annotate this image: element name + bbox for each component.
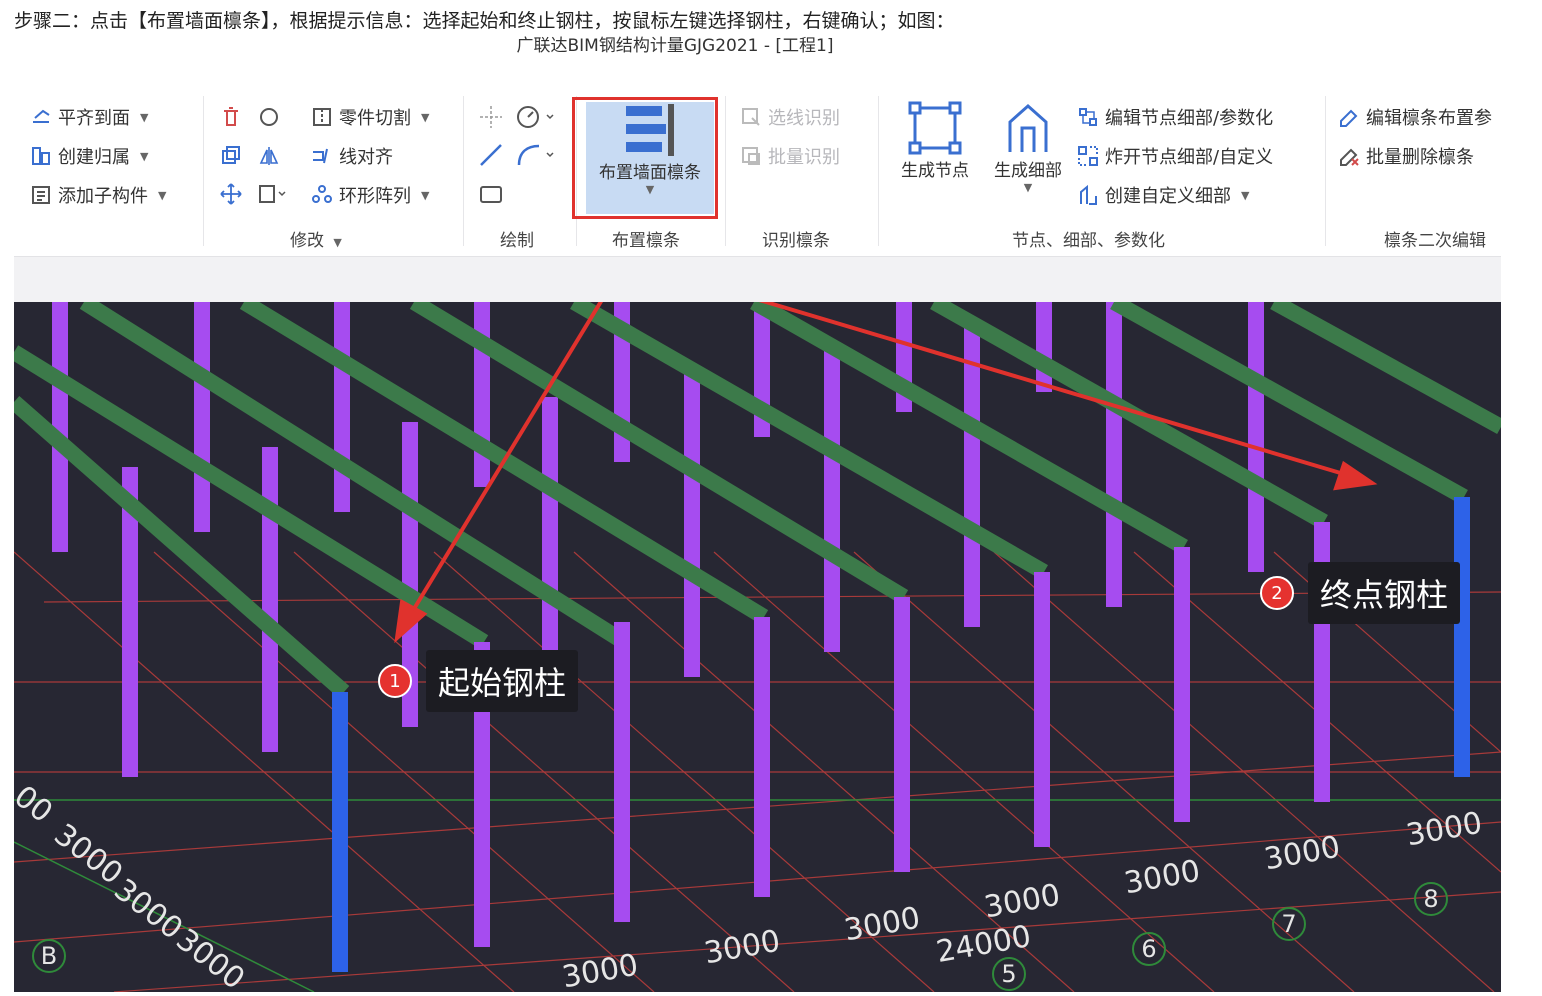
explode-node-label: 炸开节点细部/自定义	[1105, 147, 1274, 168]
axis-bubble-b: B	[32, 939, 66, 973]
select-line-recognize-label: 选线识别	[768, 108, 840, 129]
batch-delete-purlin-label: 批量删除檩条	[1366, 147, 1474, 168]
draw-group-label: 绘制	[500, 231, 534, 251]
add-subcomponent-label: 添加子构件	[58, 186, 148, 207]
group-separator	[1325, 96, 1326, 246]
create-custom-detail-label: 创建自定义细部	[1105, 186, 1231, 207]
circular-array-button[interactable]: 环形阵列 ▼	[311, 182, 429, 208]
create-custom-detail-button[interactable]: 创建自定义细部 ▼	[1077, 182, 1249, 208]
offset-icon[interactable]	[257, 182, 287, 206]
purlin-edit-group-label: 檩条二次编辑	[1384, 231, 1486, 251]
point-icon[interactable]	[478, 104, 504, 130]
instruction-text: 步骤二：点击【布置墙面檩条】，根据提示信息：选择起始和终止钢柱，按鼠标左键选择钢…	[14, 10, 955, 32]
batch-recognize-label: 批量识别	[768, 147, 840, 168]
arc-draw-icon[interactable]	[515, 142, 555, 168]
modify-label: 修改	[290, 231, 324, 251]
generate-detail-button[interactable]: 生成细部 ▼	[986, 100, 1070, 194]
ribbon-divider	[14, 256, 1501, 303]
batch-delete-purlin-button[interactable]: 批量删除檩条	[1338, 143, 1474, 169]
line-align-button[interactable]: 线对齐	[311, 143, 393, 169]
end-column-callout: 2 终点钢柱	[1260, 562, 1461, 624]
create-belonging-label: 创建归属	[58, 147, 130, 168]
group-separator	[725, 96, 726, 246]
move-icon[interactable]	[219, 182, 243, 206]
rect-draw-icon[interactable]	[478, 182, 504, 208]
explode-node-icon	[1078, 146, 1098, 166]
mirror-icon[interactable]	[257, 144, 281, 168]
edit-purlin-layout-label: 编辑檩条布置参	[1366, 108, 1492, 129]
line-align-icon	[313, 148, 328, 164]
generate-node-label: 生成节点	[901, 161, 969, 181]
part-cut-button[interactable]: 零件切割 ▼	[311, 104, 429, 130]
line-align-label: 线对齐	[339, 147, 393, 168]
modify-group-label[interactable]: 修改 ▼	[290, 226, 342, 251]
circle-draw-icon[interactable]	[515, 104, 555, 130]
delete-purlin-icon	[1340, 148, 1359, 166]
callout-number: 1	[378, 664, 412, 698]
circular-array-label: 环形阵列	[339, 186, 411, 207]
custom-detail-icon	[1080, 184, 1097, 205]
callout-text: 起始钢柱	[426, 650, 579, 712]
app-title: 广联达BIM钢结构计量GJG2021 - [工程1]	[516, 36, 834, 56]
group-separator	[203, 96, 204, 246]
axis-bubble-5: 5	[992, 957, 1026, 991]
belonging-icon	[32, 147, 50, 165]
batch-recognize-icon	[742, 147, 760, 165]
align-to-face-button[interactable]: 平齐到面 ▼	[30, 104, 148, 130]
node-group-label: 节点、细部、参数化	[1012, 231, 1165, 251]
node-icon	[908, 101, 962, 155]
rotate-icon[interactable]	[257, 105, 281, 129]
create-belonging-button[interactable]: 创建归属 ▼	[30, 143, 148, 169]
subcomponent-icon	[32, 186, 50, 204]
generate-node-button[interactable]: 生成节点	[893, 100, 977, 181]
explode-node-button[interactable]: 炸开节点细部/自定义	[1077, 143, 1273, 169]
callout-text: 终点钢柱	[1308, 562, 1461, 624]
place-purlin-group-label: 布置檩条	[612, 231, 680, 251]
edit-purlin-layout-button[interactable]: 编辑檩条布置参	[1338, 104, 1492, 130]
group-separator	[463, 96, 464, 246]
start-column[interactable]	[332, 692, 348, 972]
add-subcomponent-button[interactable]: 添加子构件 ▼	[30, 182, 166, 208]
callout-number: 2	[1260, 576, 1294, 610]
copy-icon[interactable]	[219, 144, 243, 168]
edit-purlin-icon	[1340, 109, 1358, 127]
select-line-recognize-button[interactable]: 选线识别	[740, 104, 840, 130]
delete-icon[interactable]	[219, 105, 243, 129]
group-separator	[878, 96, 879, 246]
part-cut-icon	[313, 108, 331, 126]
batch-recognize-button[interactable]: 批量识别	[740, 143, 840, 169]
axis-bubble-7: 7	[1272, 907, 1306, 941]
part-cut-label: 零件切割	[339, 108, 411, 129]
highlight-box	[572, 97, 718, 219]
model-scene	[14, 302, 1501, 992]
line-draw-icon[interactable]	[478, 142, 504, 168]
model-viewport[interactable]: 1 起始钢柱 2 终点钢柱 00 3000 3000 3000 3000 300…	[14, 302, 1501, 992]
generate-detail-label: 生成细部	[994, 161, 1062, 181]
detail-icon	[1008, 103, 1048, 152]
end-column[interactable]	[1454, 497, 1470, 777]
start-column-callout: 1 起始钢柱	[378, 650, 579, 712]
edit-node-detail-button[interactable]: 编辑节点细部/参数化	[1077, 104, 1273, 130]
align-face-icon	[33, 109, 50, 123]
axis-bubble-8: 8	[1414, 882, 1448, 916]
edit-node-icon	[1079, 108, 1097, 126]
align-to-face-label: 平齐到面	[58, 108, 130, 129]
circular-array-icon	[312, 185, 332, 203]
axis-bubble-6: 6	[1132, 932, 1166, 966]
edit-node-detail-label: 编辑节点细部/参数化	[1105, 108, 1274, 129]
recognize-group-label: 识别檩条	[762, 231, 830, 251]
select-line-icon	[742, 108, 760, 126]
